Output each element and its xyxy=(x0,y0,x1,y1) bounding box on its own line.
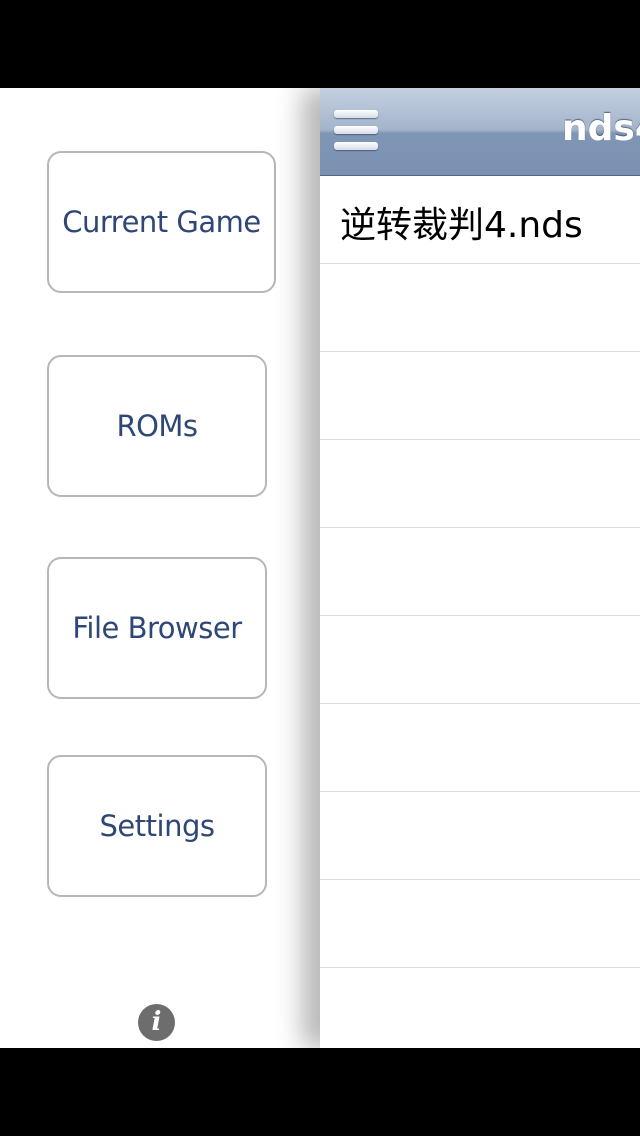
list-item xyxy=(320,352,640,440)
app-screen: Current Game ROMs File Browser Settings … xyxy=(0,0,640,1136)
list-item xyxy=(320,528,640,616)
hamburger-menu-icon[interactable] xyxy=(334,110,378,152)
file-browser-button[interactable]: File Browser xyxy=(47,557,267,699)
list-item[interactable]: 逆转裁判4.nds xyxy=(320,176,640,264)
rom-list: 逆转裁判4.nds xyxy=(320,176,640,1048)
list-item xyxy=(320,880,640,968)
hamburger-line xyxy=(334,126,378,134)
list-item-label: 逆转裁判4.nds xyxy=(340,205,583,246)
navbar: nds4ios xyxy=(320,88,640,176)
roms-button[interactable]: ROMs xyxy=(47,355,267,497)
hamburger-line xyxy=(334,142,378,150)
bottom-black-bar xyxy=(0,1048,640,1136)
list-item xyxy=(320,440,640,528)
list-item xyxy=(320,968,640,1048)
list-item xyxy=(320,264,640,352)
nav-title: nds4ios xyxy=(562,108,640,149)
hamburger-line xyxy=(334,110,378,118)
list-item xyxy=(320,616,640,704)
main-panel: nds4ios 逆转裁判4.nds xyxy=(320,88,640,1048)
current-game-button[interactable]: Current Game xyxy=(47,151,276,293)
side-menu: Current Game ROMs File Browser Settings … xyxy=(0,88,320,1048)
info-icon[interactable]: i xyxy=(138,1004,175,1041)
list-item xyxy=(320,704,640,792)
settings-button[interactable]: Settings xyxy=(47,755,267,897)
list-item xyxy=(320,792,640,880)
top-black-bar xyxy=(0,0,640,88)
